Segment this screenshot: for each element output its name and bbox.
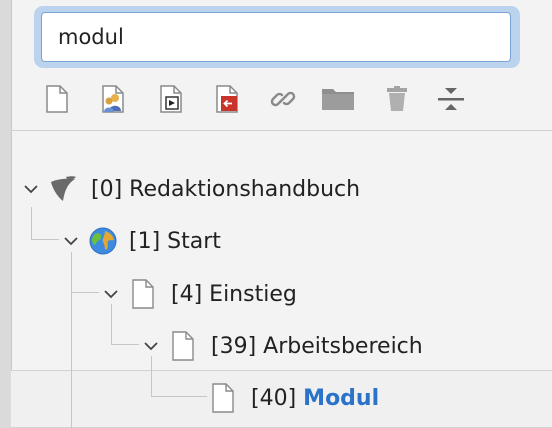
chevron-down-icon	[144, 342, 158, 351]
expand-toggle[interactable]	[141, 336, 161, 356]
node-label: [4] Einstieg	[171, 281, 297, 307]
trash-icon	[387, 86, 407, 111]
page-tree-toolbar	[40, 80, 540, 120]
tree-connector	[31, 239, 59, 240]
tree-node-arbeitsbereich[interactable]: [39] Arbeitsbereich	[169, 329, 423, 363]
move-page-icon	[160, 85, 182, 113]
move-page-button[interactable]	[154, 80, 188, 118]
page-back-button[interactable]	[210, 80, 244, 118]
collapse-icon	[438, 88, 464, 110]
folder-button[interactable]	[321, 80, 355, 118]
tree-connector	[111, 304, 112, 344]
node-label: [39] Arbeitsbereich	[211, 333, 423, 359]
tree-connector	[31, 207, 32, 240]
tree-connector	[151, 396, 207, 397]
node-label: [0] Redaktionshandbuch	[91, 176, 361, 202]
expand-toggle[interactable]	[101, 284, 121, 304]
node-label: [40] Modul	[251, 385, 380, 411]
page-icon	[209, 383, 237, 413]
new-page-button[interactable]	[40, 80, 74, 118]
link-icon	[270, 91, 296, 107]
tree-connector	[151, 356, 152, 396]
new-page-icon	[46, 85, 68, 113]
link-button[interactable]	[266, 80, 300, 118]
chevron-down-icon	[104, 290, 118, 299]
chevron-down-icon	[24, 185, 38, 194]
tree-node-root[interactable]: [0] Redaktionshandbuch	[45, 172, 360, 206]
page-icon	[129, 279, 157, 309]
page-tree: [0] Redaktionshandbuch [1] Start [4] Ein…	[11, 131, 552, 428]
typo3-logo-icon	[45, 175, 81, 203]
new-page-users-button[interactable]	[97, 80, 131, 118]
page-icon	[169, 331, 197, 361]
tree-node-einstieg[interactable]: [4] Einstieg	[129, 277, 297, 311]
users-page-icon	[102, 85, 124, 113]
delete-button[interactable]	[380, 80, 414, 118]
expand-toggle[interactable]	[21, 179, 41, 199]
globe-icon	[87, 226, 119, 256]
tree-connector	[71, 292, 99, 293]
collapse-all-button[interactable]	[434, 80, 468, 118]
expand-toggle[interactable]	[61, 231, 81, 251]
chevron-down-icon	[64, 237, 78, 246]
tree-connector	[71, 252, 72, 428]
tree-connector	[111, 344, 139, 345]
page-back-icon	[216, 85, 238, 113]
tree-filter-input[interactable]	[41, 12, 511, 62]
tree-node-start[interactable]: [1] Start	[87, 224, 221, 258]
folder-icon	[322, 89, 354, 110]
search-match-highlight: Modul	[303, 385, 380, 411]
node-label: [1] Start	[129, 228, 221, 254]
tree-node-modul[interactable]: [40] Modul	[209, 381, 379, 415]
